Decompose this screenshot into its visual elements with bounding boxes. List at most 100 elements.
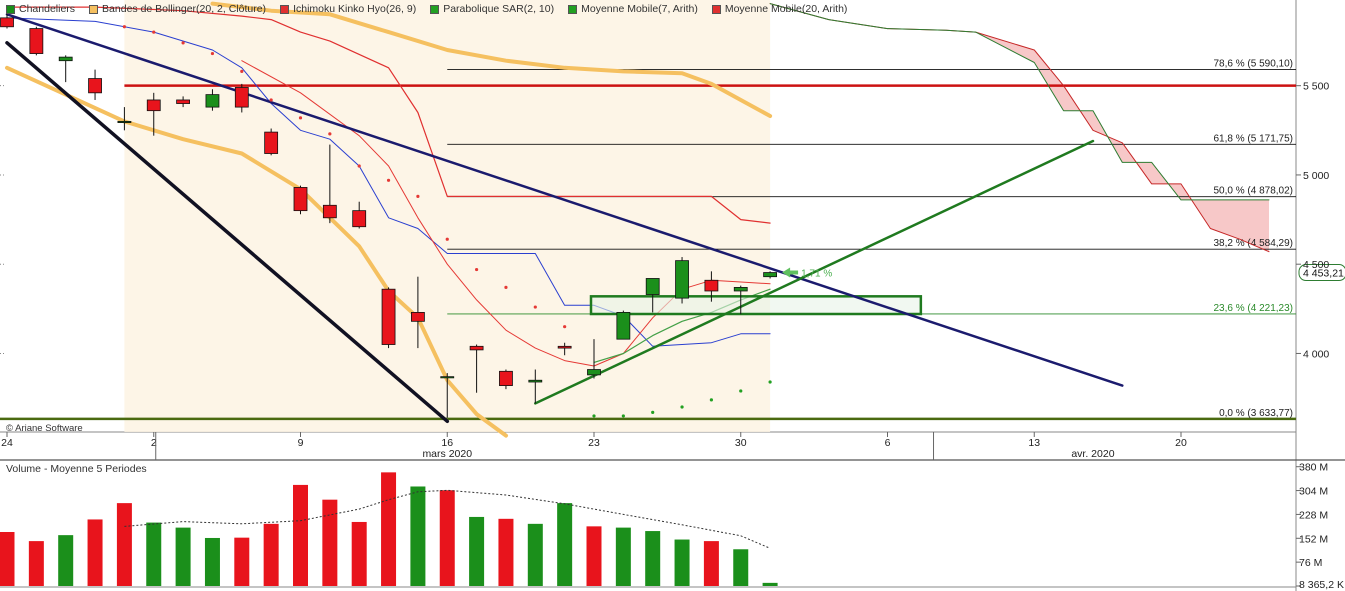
fibonacci-level-label: 78,6 % (5 590,10) <box>1214 59 1294 70</box>
volume-bar <box>28 541 44 586</box>
volume-tick-label: 152 M <box>1299 533 1328 545</box>
sar-dot <box>269 98 273 102</box>
candle-body <box>616 311 631 340</box>
date-tick-label: 24 <box>1 437 13 449</box>
fibonacci-level-label: 61,8 % (5 171,75) <box>1214 133 1294 144</box>
volume-bar <box>586 526 602 586</box>
sar-dot <box>210 51 215 56</box>
legend-swatch <box>568 4 578 14</box>
legend-label: Chandeliers <box>19 3 76 15</box>
fibonacci-level-label: 50,0 % (4 878,02) <box>1214 186 1294 197</box>
candle-body <box>381 288 396 345</box>
volume-tick-label: 228 M <box>1299 509 1328 521</box>
senkou-span-b-line <box>769 3 1270 201</box>
candle-body <box>469 345 484 351</box>
volume-bar <box>557 503 573 586</box>
month-label: mars 2020 <box>422 448 472 460</box>
ichimoku-cloud <box>770 3 1269 252</box>
volume-bar <box>263 523 279 586</box>
month-label: avr. 2020 <box>1071 448 1114 460</box>
volume-tick-label: 380 M <box>1299 462 1328 474</box>
volume-panel-title: Volume - Moyenne 5 Periodes <box>6 463 147 475</box>
candle-body <box>176 99 191 104</box>
candle-body <box>234 87 249 108</box>
volume-bar <box>733 549 749 586</box>
volume-bar <box>116 503 132 586</box>
candle-body <box>675 260 689 299</box>
candle-body <box>499 370 513 386</box>
chart-canvas[interactable]: 78,6 % (5 590,10) 61,8 % (5 171,75) 50,0 %… <box>0 0 1345 591</box>
sar-dot <box>152 30 156 34</box>
candle-body <box>0 17 14 28</box>
sar-dot <box>298 116 303 120</box>
volume-bar <box>204 537 220 586</box>
candle-body <box>587 369 601 376</box>
date-tick-label: 23 <box>588 437 600 449</box>
price-tick-label: 5 000 <box>1303 170 1329 182</box>
volume-bar <box>410 486 426 586</box>
date-tick-label: 30 <box>735 437 747 449</box>
candle-body <box>58 56 73 62</box>
volume-bar <box>293 484 308 586</box>
volume-tick-label: 8 365,2 K <box>1299 579 1344 591</box>
volume-bar <box>175 527 191 586</box>
sar-dot <box>122 25 126 29</box>
legend-swatch <box>711 4 721 14</box>
candle-body <box>88 78 102 94</box>
candle-body <box>557 345 572 349</box>
senkou-span-a-line <box>769 3 1270 253</box>
legend-item: Ichimoku Kinko Hyo(26, 9) <box>280 2 416 16</box>
sar-dot <box>709 398 714 402</box>
legend-swatch <box>6 4 15 14</box>
candle-body <box>763 272 777 278</box>
date-tick-label: 20 <box>1175 437 1187 449</box>
sar-dot <box>651 410 655 414</box>
volume-bar <box>498 518 514 586</box>
price-tick-label: 5 500 <box>1303 81 1329 93</box>
sar-dot <box>739 389 743 393</box>
sar-dot <box>445 237 449 241</box>
volume-bar <box>762 582 778 586</box>
sar-dot <box>357 164 361 168</box>
candle-body <box>440 376 455 379</box>
sar-dot <box>386 178 391 182</box>
legend-label: Moyenne Mobile(7, Arith) <box>581 3 698 15</box>
legend-label: Ichimoku Kinko Hyo(26, 9) <box>293 3 417 15</box>
legend-item: Parabolique SAR(2, 10) <box>430 2 554 16</box>
fibonacci-level-label: 23,6 % (4 221,23) <box>1214 303 1294 314</box>
legend-swatch <box>89 4 99 14</box>
legend-swatch <box>430 4 440 14</box>
sar-dot <box>475 267 479 272</box>
candle-body <box>29 28 44 54</box>
legend-label: Moyenne Mobile(20, Arith) <box>724 3 848 15</box>
candle-body <box>293 187 308 212</box>
volume-bar <box>58 535 74 586</box>
volume-bar <box>703 541 719 586</box>
volume-bar <box>527 523 543 586</box>
credit-label: © Ariane Software <box>6 423 83 434</box>
candle-body <box>528 379 543 383</box>
candle-body <box>146 99 161 112</box>
volume-tick-label: 304 M <box>1299 486 1328 498</box>
sar-dot <box>416 194 420 198</box>
indicator-legend: Chandeliers Bandes de Bollinger(20, 2, Cl… <box>6 2 847 16</box>
bollinger-band-fill <box>124 0 771 432</box>
sar-dot <box>621 414 625 418</box>
volume-bar <box>322 499 338 586</box>
volume-bar <box>645 531 661 586</box>
volume-bar <box>439 490 455 586</box>
change-label: 1,71 % <box>801 269 832 280</box>
volume-bar <box>0 532 15 586</box>
candle-body <box>205 94 220 108</box>
candle-body <box>322 204 337 219</box>
sar-dot <box>768 380 772 384</box>
legend-item: Moyenne Mobile(7, Arith) <box>568 2 698 16</box>
volume-bar <box>351 521 367 586</box>
sar-dot <box>563 325 567 329</box>
fibonacci-level-label: 0,0 % (3 633,77) <box>1219 408 1293 419</box>
legend-item: Chandeliers <box>6 2 75 16</box>
price-tick-label: 4 500 <box>1303 259 1329 271</box>
candle-body <box>704 279 719 292</box>
date-tick-label: 6 <box>885 437 891 449</box>
sar-dot <box>504 285 508 290</box>
